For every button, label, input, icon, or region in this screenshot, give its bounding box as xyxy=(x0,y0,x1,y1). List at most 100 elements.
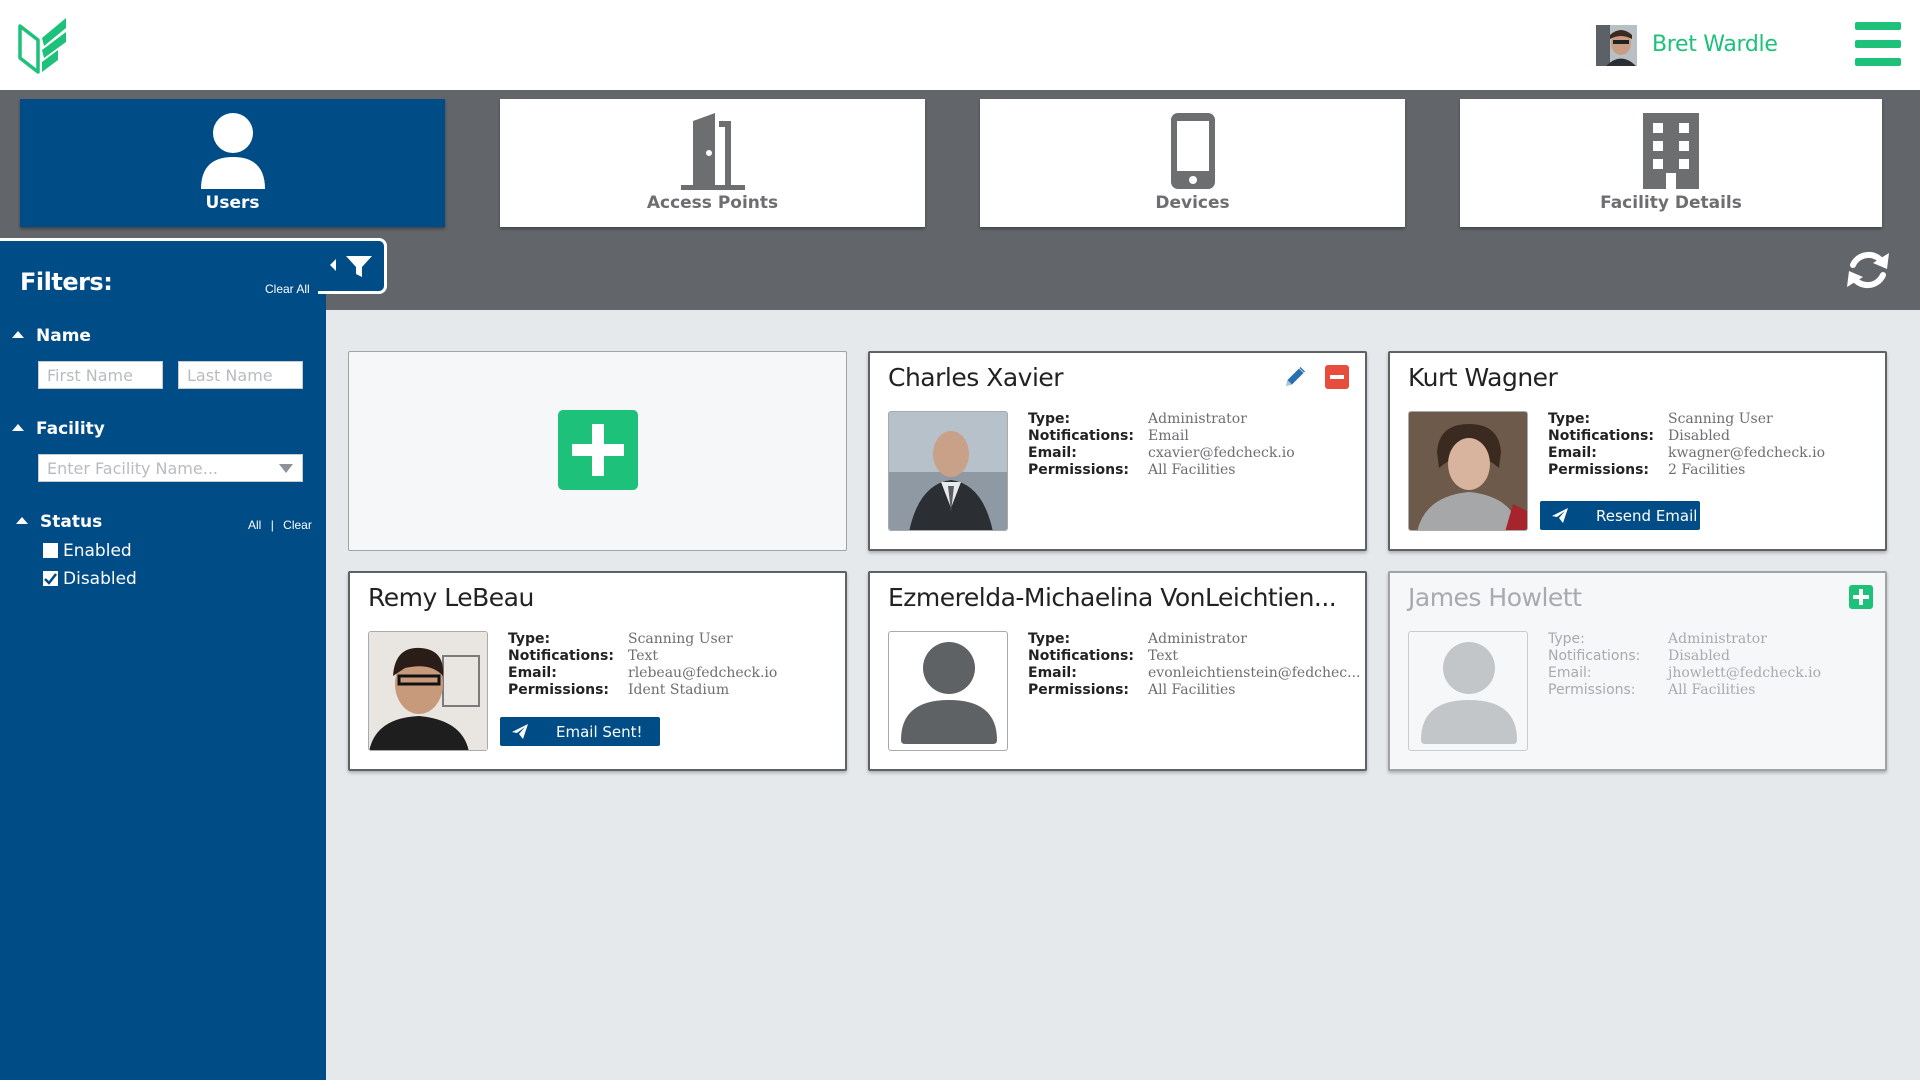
hamburger-icon[interactable] xyxy=(1855,22,1901,66)
label-type: Type: xyxy=(1028,411,1071,427)
plus-box-icon[interactable] xyxy=(1849,585,1873,609)
user-card-name: Charles Xavier xyxy=(888,363,1064,392)
user-card-name: Kurt Wagner xyxy=(1408,363,1558,392)
checkbox-unchecked[interactable] xyxy=(43,543,58,558)
value-type: Scanning User xyxy=(628,631,733,647)
label-type: Type: xyxy=(1028,631,1071,647)
user-card-name: Ezmerelda-Michaelina VonLeichtien... xyxy=(888,583,1337,612)
user-photo-placeholder xyxy=(1408,631,1528,751)
label-email: Email: xyxy=(508,665,557,681)
user-info-values: Administrator Text evonleichtienstein@fe… xyxy=(1148,631,1361,699)
status-separator: | xyxy=(270,518,274,532)
paper-plane-icon xyxy=(512,724,528,739)
value-type: Administrator xyxy=(1668,631,1767,647)
dropdown-arrow-icon xyxy=(279,464,293,473)
last-name-input[interactable] xyxy=(178,361,303,389)
minus-box-icon[interactable] xyxy=(1325,365,1349,389)
label-type: Type: xyxy=(1548,411,1591,427)
user-info-labels: Type: Notifications: Email: Permissions: xyxy=(1548,411,1654,479)
user-card[interactable]: Charles Xavier Type: Notifications: Emai… xyxy=(868,351,1367,551)
user-card[interactable]: Remy LeBeau Type: Notifications: Email: … xyxy=(348,571,847,771)
filter-toggle[interactable] xyxy=(318,238,387,294)
name-section-header[interactable]: Name xyxy=(12,326,91,346)
value-type: Administrator xyxy=(1148,631,1247,647)
avatar-placeholder-icon xyxy=(1421,642,1517,744)
tab-label: Devices xyxy=(1155,193,1230,213)
tab-label: Users xyxy=(205,193,260,213)
user-info-values: Scanning User Disabled kwagner@fedcheck.… xyxy=(1668,411,1825,479)
value-email: evonleichtienstein@fedchec... xyxy=(1148,665,1361,681)
add-user-card[interactable] xyxy=(348,351,847,551)
refresh-icon[interactable] xyxy=(1845,247,1891,293)
facility-placeholder: Enter Facility Name... xyxy=(47,459,218,478)
clear-all-link[interactable]: Clear All xyxy=(265,282,310,296)
label-permissions: Permissions: xyxy=(508,682,610,698)
user-photo-placeholder xyxy=(888,631,1008,751)
user-name[interactable]: Bret Wardle xyxy=(1652,32,1778,57)
status-all-link[interactable]: All xyxy=(248,518,261,532)
button-label: Email Sent! xyxy=(556,722,643,741)
label-permissions: Permissions: xyxy=(1028,682,1130,698)
user-photo xyxy=(1408,411,1528,531)
filters-title: Filters: xyxy=(20,268,113,296)
user-info-values: Administrator Disabled jhowlett@fedcheck… xyxy=(1668,631,1821,699)
first-name-input[interactable] xyxy=(38,361,163,389)
user-info-labels: Type: Notifications: Email: Permissions: xyxy=(508,631,614,699)
user-card-disabled[interactable]: James Howlett Type: Notifications: Email… xyxy=(1388,571,1887,771)
status-disabled-checkbox[interactable]: Disabled xyxy=(43,569,137,589)
user-avatar[interactable] xyxy=(1596,25,1637,66)
plus-icon xyxy=(558,410,638,490)
checkbox-label: Disabled xyxy=(63,569,137,589)
user-info-values: Scanning User Text rlebeau@fedcheck.io I… xyxy=(628,631,777,699)
app-header: Bret Wardle xyxy=(0,0,1920,90)
label-notifications: Notifications: xyxy=(1028,648,1134,664)
value-email: kwagner@fedcheck.io xyxy=(1668,445,1826,461)
value-permissions: 2 Facilities xyxy=(1668,462,1746,478)
user-info-labels: Type: Notifications: Email: Permissions: xyxy=(1548,631,1640,699)
label-permissions: Permissions: xyxy=(1548,682,1636,698)
status-links: All | Clear xyxy=(248,518,312,532)
status-clear-link[interactable]: Clear xyxy=(283,518,312,532)
user-card[interactable]: Kurt Wagner Type: Notifications: Email: … xyxy=(1388,351,1887,551)
label-email: Email: xyxy=(1028,665,1077,681)
email-sent-button[interactable]: Email Sent! xyxy=(500,717,660,746)
phone-icon xyxy=(1170,113,1215,189)
tab-facility-details[interactable]: Facility Details xyxy=(1460,99,1882,227)
user-card[interactable]: Ezmerelda-Michaelina VonLeichtien... Typ… xyxy=(868,571,1367,771)
button-label: Resend Email xyxy=(1596,506,1698,525)
value-notifications: Disabled xyxy=(1668,428,1730,444)
status-enabled-checkbox[interactable]: Enabled xyxy=(43,541,132,561)
tab-devices[interactable]: Devices xyxy=(980,99,1405,227)
user-photo xyxy=(368,631,488,751)
facility-section-header[interactable]: Facility xyxy=(12,419,105,439)
fedcheck-logo[interactable] xyxy=(18,16,70,74)
caret-up-icon xyxy=(12,424,24,431)
tab-label: Facility Details xyxy=(1600,193,1742,213)
user-icon xyxy=(200,113,265,189)
checkmark-icon xyxy=(44,573,57,585)
tab-access-points[interactable]: Access Points xyxy=(500,99,925,227)
tab-users[interactable]: Users xyxy=(20,99,445,227)
filter-icon xyxy=(330,256,372,277)
label-notifications: Notifications: xyxy=(1548,428,1654,444)
paper-plane-icon xyxy=(1552,508,1568,523)
user-card-name: James Howlett xyxy=(1408,583,1582,612)
label-type: Type: xyxy=(508,631,551,647)
checkbox-checked[interactable] xyxy=(43,571,58,586)
value-permissions: All Facilities xyxy=(1668,682,1756,698)
status-section-header[interactable]: Status xyxy=(16,512,102,532)
section-label: Status xyxy=(40,512,103,532)
value-notifications: Text xyxy=(628,648,659,664)
caret-up-icon xyxy=(12,331,24,338)
label-email: Email: xyxy=(1548,665,1592,681)
value-email: cxavier@fedcheck.io xyxy=(1148,445,1295,461)
facility-select[interactable]: Enter Facility Name... xyxy=(38,454,303,482)
pencil-icon[interactable] xyxy=(1283,365,1307,389)
value-permissions: Ident Stadium xyxy=(628,682,730,698)
user-info-values: Administrator Email cxavier@fedcheck.io … xyxy=(1148,411,1295,479)
value-email: jhowlett@fedcheck.io xyxy=(1668,665,1822,681)
avatar-placeholder-icon xyxy=(901,642,997,744)
resend-email-button[interactable]: Resend Email xyxy=(1540,501,1700,530)
filter-tab-joint xyxy=(316,241,324,291)
value-email: rlebeau@fedcheck.io xyxy=(628,665,778,681)
